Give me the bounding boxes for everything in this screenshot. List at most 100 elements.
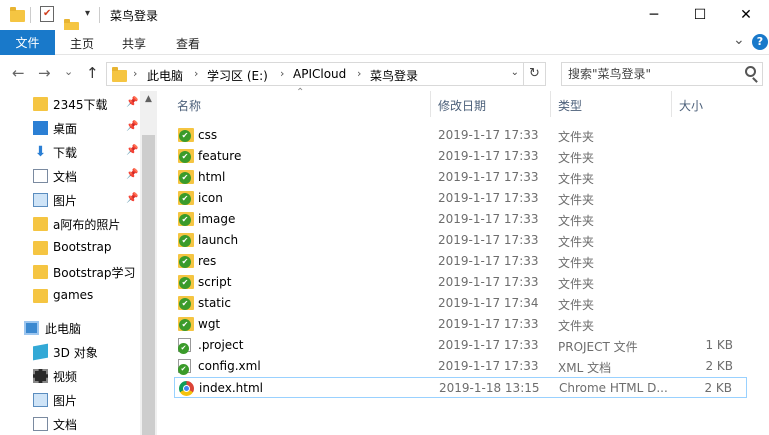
search-icon[interactable]: [745, 66, 756, 77]
up-button[interactable]: ↑: [86, 64, 99, 82]
column-date[interactable]: 修改日期: [438, 97, 486, 114]
file-type: PROJECT 文件: [558, 340, 638, 354]
sidebar-item-this-pc[interactable]: 此电脑: [0, 317, 140, 339]
sidebar-item-2345-downloads[interactable]: 2345下载 📌: [0, 93, 140, 115]
file-row[interactable]: feature 2019-1-17 17:33 文件夹: [174, 146, 747, 167]
3d-objects-icon: [33, 343, 48, 361]
recent-locations-button[interactable]: ⌄: [64, 65, 73, 78]
sidebar-item-label: 视频: [53, 370, 78, 384]
file-row[interactable]: wgt 2019-1-17 17:33 文件夹: [174, 314, 747, 335]
chevron-right-icon[interactable]: ›: [357, 67, 361, 80]
properties-icon[interactable]: ✔: [40, 6, 54, 22]
breadcrumb-this-pc[interactable]: 此电脑: [147, 67, 183, 84]
sidebar-item-games[interactable]: games: [0, 285, 140, 307]
picture-icon: [33, 193, 48, 207]
forward-button[interactable]: →: [38, 64, 51, 82]
file-row[interactable]: css 2019-1-17 17:33 文件夹: [174, 125, 747, 146]
minimize-button[interactable]: ─: [631, 0, 677, 30]
chevron-down-icon[interactable]: ⌄: [511, 67, 519, 78]
window-title: 菜鸟登录: [110, 9, 159, 23]
file-row[interactable]: launch 2019-1-17 17:33 文件夹: [174, 230, 747, 251]
column-name[interactable]: 名称: [177, 97, 201, 114]
sidebar-item-abu-photos[interactable]: a阿布的照片: [0, 213, 140, 235]
sidebar-item-label: Bootstrap学习: [53, 266, 136, 280]
desktop-icon: [33, 121, 48, 135]
file-row[interactable]: config.xml 2019-1-17 17:33 XML 文档 2 KB: [174, 356, 747, 377]
tab-home[interactable]: 主页: [70, 35, 94, 52]
sidebar-item-label: 2345下载: [53, 98, 108, 112]
column-divider[interactable]: [671, 91, 672, 117]
breadcrumb-current-folder[interactable]: 菜鸟登录: [370, 67, 418, 84]
file-row[interactable]: res 2019-1-17 17:33 文件夹: [174, 251, 747, 272]
pin-icon[interactable]: 📌: [126, 145, 138, 156]
close-button[interactable]: ✕: [723, 0, 769, 30]
picture-icon: [33, 393, 48, 407]
ribbon-tabs: 文件 主页 共享 查看 ⌄ ?: [0, 30, 769, 55]
help-icon[interactable]: ?: [752, 34, 768, 50]
column-divider[interactable]: [430, 91, 431, 117]
pin-icon[interactable]: 📌: [126, 121, 138, 132]
file-list: ⌃ 名称 修改日期 类型 大小 css2019-1-17 17:33文件夹fea…: [160, 87, 769, 435]
folder-icon[interactable]: [10, 7, 25, 22]
sidebar-item-bootstrap-study[interactable]: Bootstrap学习: [0, 261, 140, 283]
maximize-button[interactable]: ☐: [677, 0, 723, 30]
file-size: 2 KB: [704, 381, 732, 395]
sidebar-scrollbar[interactable]: ▲: [140, 91, 157, 435]
refresh-icon[interactable]: ↻: [523, 63, 545, 85]
breadcrumb-drive-e[interactable]: 学习区 (E:): [207, 67, 268, 84]
file-type: 文件夹: [558, 277, 595, 291]
expand-ribbon-icon[interactable]: ⌄: [733, 32, 745, 48]
file-type: XML 文档: [558, 361, 612, 375]
chevron-right-icon[interactable]: ›: [280, 67, 284, 80]
sidebar-item-pictures-pc[interactable]: 图片: [0, 389, 140, 411]
file-row[interactable]: static 2019-1-17 17:34 文件夹: [174, 293, 747, 314]
sidebar-item-bootstrap[interactable]: Bootstrap: [0, 237, 140, 259]
file-type: 文件夹: [558, 298, 595, 312]
file-row[interactable]: .project 2019-1-17 17:33 PROJECT 文件 1 KB: [174, 335, 747, 356]
file-synced-icon: [178, 359, 191, 375]
sidebar-item-label: 桌面: [53, 122, 78, 136]
file-size: 1 KB: [705, 338, 733, 352]
column-size[interactable]: 大小: [679, 97, 703, 114]
pin-icon[interactable]: 📌: [126, 97, 138, 108]
column-divider[interactable]: [550, 91, 551, 117]
sidebar-item-3d-objects[interactable]: 3D 对象: [0, 341, 140, 363]
column-type[interactable]: 类型: [558, 97, 582, 114]
back-button[interactable]: ←: [12, 64, 25, 82]
breadcrumb-apicloud[interactable]: APICloud: [293, 67, 346, 81]
file-row[interactable]: icon 2019-1-17 17:33 文件夹: [174, 188, 747, 209]
tab-share[interactable]: 共享: [122, 35, 146, 52]
scrollbar-thumb[interactable]: [142, 135, 155, 435]
file-row[interactable]: html 2019-1-17 17:33 文件夹: [174, 167, 747, 188]
file-row[interactable]: script 2019-1-17 17:33 文件夹: [174, 272, 747, 293]
chevron-right-icon[interactable]: ›: [133, 67, 137, 80]
folder-icon: [112, 67, 127, 82]
tab-file[interactable]: 文件: [0, 30, 55, 55]
file-row[interactable]: image 2019-1-17 17:33 文件夹: [174, 209, 747, 230]
folder-icon: [33, 97, 48, 111]
sidebar-item-videos[interactable]: 视频: [0, 365, 140, 387]
customize-quick-access-icon[interactable]: ▾: [85, 8, 90, 19]
tab-view[interactable]: 查看: [176, 35, 200, 52]
navigation-pane: 2345下载 📌 桌面 📌 ⬇ 下载 📌 文档 📌 图片 📌 a阿布的照片 Bo…: [0, 91, 157, 435]
search-input[interactable]: [568, 65, 738, 83]
sidebar-item-pictures[interactable]: 图片 📌: [0, 189, 140, 211]
chevron-right-icon[interactable]: ›: [194, 67, 198, 80]
scroll-up-icon[interactable]: ▲: [140, 91, 157, 108]
search-box[interactable]: [561, 62, 763, 86]
sidebar-item-downloads[interactable]: ⬇ 下载 📌: [0, 141, 140, 163]
pin-icon[interactable]: 📌: [126, 193, 138, 204]
file-date: 2019-1-17 17:33: [438, 149, 539, 163]
file-row[interactable]: index.html 2019-1-18 13:15 Chrome HTML D..…: [174, 377, 747, 398]
address-bar[interactable]: › 此电脑 › 学习区 (E:) › APICloud › 菜鸟登录 ⌄ ↻: [106, 62, 546, 86]
sidebar-item-documents-pc[interactable]: 文档: [0, 413, 140, 435]
file-name: .project: [198, 338, 244, 352]
sidebar-item-label: 文档: [53, 418, 78, 432]
sidebar-item-desktop[interactable]: 桌面 📌: [0, 117, 140, 139]
file-date: 2019-1-17 17:33: [438, 170, 539, 184]
pin-icon[interactable]: 📌: [126, 169, 138, 180]
sidebar-item-documents[interactable]: 文档 📌: [0, 165, 140, 187]
divider: [30, 7, 31, 23]
file-type: 文件夹: [558, 235, 595, 249]
sidebar-item-label: 图片: [53, 394, 78, 408]
